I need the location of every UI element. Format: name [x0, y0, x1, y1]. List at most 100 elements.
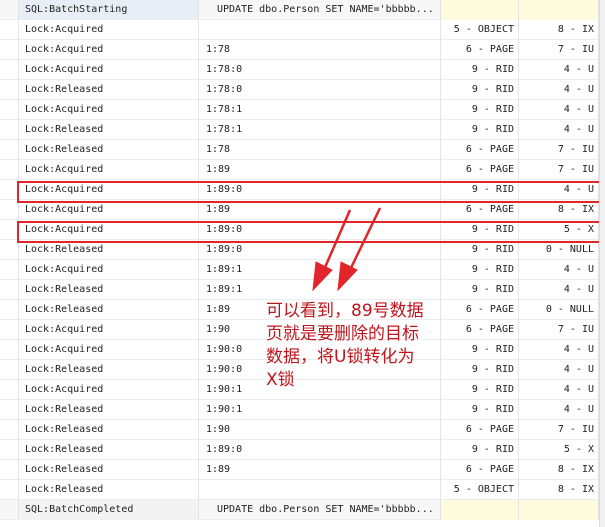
- row-gutter: [0, 480, 18, 500]
- resource-type-cell: 9 - RID: [441, 280, 519, 300]
- table-row[interactable]: Lock:Released 1:78 6 - PAGE 7 - IU: [0, 140, 605, 160]
- resource-type-cell: 9 - RID: [441, 120, 519, 140]
- resource-type-cell: 9 - RID: [441, 220, 519, 240]
- row-gutter: [0, 460, 18, 480]
- row-gutter: [0, 400, 18, 420]
- annotation-line: X锁: [266, 370, 295, 390]
- resource-type-cell: 6 - PAGE: [441, 160, 519, 180]
- annotation-line: 数据，将U锁转化为: [266, 347, 415, 367]
- resource-type-cell: 5 - OBJECT: [441, 480, 519, 500]
- table-row[interactable]: Lock:Acquired 1:89:1 9 - RID 4 - U: [0, 260, 605, 280]
- row-gutter: [0, 360, 18, 380]
- lock-mode-cell: 4 - U: [519, 180, 599, 200]
- event-class-cell: Lock:Released: [18, 80, 199, 100]
- resource-cell: 1:90: [199, 420, 441, 440]
- table-row[interactable]: Lock:Released 1:90:1 9 - RID 4 - U: [0, 400, 605, 420]
- lock-mode-cell: 4 - U: [519, 380, 599, 400]
- trace-results-grid[interactable]: SQL:BatchStarting UPDATE dbo.Person SET N…: [0, 0, 605, 527]
- row-gutter: [0, 220, 18, 240]
- event-class-cell: Lock:Acquired: [18, 20, 199, 40]
- resource-cell: 1:89:0: [199, 240, 441, 260]
- lock-mode-cell: 4 - U: [519, 280, 599, 300]
- table-row[interactable]: Lock:Released 5 - OBJECT 8 - IX: [0, 480, 605, 500]
- lock-mode-cell: 8 - IX: [519, 200, 599, 220]
- event-class-cell: Lock:Released: [18, 420, 199, 440]
- row-gutter: [0, 40, 18, 60]
- table-row[interactable]: SQL:BatchCompleted UPDATE dbo.Person SET …: [0, 500, 605, 520]
- row-gutter: [0, 240, 18, 260]
- table-row[interactable]: Lock:Acquired 1:89:0 9 - RID 4 - U: [0, 180, 605, 200]
- table-row[interactable]: Lock:Released 1:89:0 9 - RID 5 - X: [0, 440, 605, 460]
- resource-cell: 1:89:1: [199, 280, 441, 300]
- lock-mode-cell: 7 - IU: [519, 320, 599, 340]
- resource-cell: UPDATE dbo.Person SET NAME='bbbbb...: [199, 500, 441, 520]
- resource-cell: 1:78: [199, 40, 441, 60]
- lock-mode-cell: 0 - NULL: [519, 240, 599, 260]
- resource-type-cell: [441, 500, 519, 520]
- table-row[interactable]: Lock:Acquired 1:78:1 9 - RID 4 - U: [0, 100, 605, 120]
- resource-type-cell: 9 - RID: [441, 240, 519, 260]
- resource-type-cell: 6 - PAGE: [441, 460, 519, 480]
- row-gutter: [0, 300, 18, 320]
- table-row[interactable]: Lock:Acquired 1:89 6 - PAGE 7 - IU: [0, 160, 605, 180]
- table-row[interactable]: Lock:Released 1:90 6 - PAGE 7 - IU: [0, 420, 605, 440]
- event-class-cell: Lock:Acquired: [18, 260, 199, 280]
- lock-mode-cell: 4 - U: [519, 80, 599, 100]
- table-row[interactable]: Lock:Released 1:89 6 - PAGE 8 - IX: [0, 460, 605, 480]
- lock-mode-cell: 8 - IX: [519, 480, 599, 500]
- table-row[interactable]: SQL:BatchStarting UPDATE dbo.Person SET N…: [0, 0, 605, 20]
- resource-cell: UPDATE dbo.Person SET NAME='bbbbb...: [199, 0, 441, 20]
- table-row[interactable]: Lock:Released 1:78:0 9 - RID 4 - U: [0, 80, 605, 100]
- resource-cell: [199, 20, 441, 40]
- event-class-cell: Lock:Released: [18, 460, 199, 480]
- table-row[interactable]: Lock:Acquired 5 - OBJECT 8 - IX: [0, 20, 605, 40]
- row-gutter: [0, 20, 18, 40]
- lock-mode-cell: 8 - IX: [519, 20, 599, 40]
- event-class-cell: Lock:Released: [18, 120, 199, 140]
- table-row[interactable]: Lock:Acquired 1:78:0 9 - RID 4 - U: [0, 60, 605, 80]
- resource-cell: 1:78:0: [199, 60, 441, 80]
- annotation-line: 可以看到，89号数据: [266, 301, 424, 321]
- event-class-cell: Lock:Acquired: [18, 380, 199, 400]
- resource-type-cell: [441, 0, 519, 20]
- lock-mode-cell: 0 - NULL: [519, 300, 599, 320]
- table-row[interactable]: Lock:Acquired 1:89 6 - PAGE 8 - IX: [0, 200, 605, 220]
- event-class-cell: Lock:Released: [18, 280, 199, 300]
- resource-type-cell: 6 - PAGE: [441, 40, 519, 60]
- event-class-cell: SQL:BatchCompleted: [18, 500, 199, 520]
- resource-cell: 1:89:0: [199, 440, 441, 460]
- annotation-line: 页就是要删除的目标: [266, 324, 419, 344]
- resource-cell: 1:89:0: [199, 220, 441, 240]
- event-class-cell: Lock:Released: [18, 140, 199, 160]
- resource-type-cell: 9 - RID: [441, 100, 519, 120]
- vertical-scrollbar[interactable]: [599, 0, 605, 527]
- lock-mode-cell: 4 - U: [519, 400, 599, 420]
- table-row[interactable]: Lock:Acquired 1:78 6 - PAGE 7 - IU: [0, 40, 605, 60]
- row-gutter: [0, 0, 18, 20]
- event-class-cell: SQL:BatchStarting: [18, 0, 199, 20]
- row-gutter: [0, 280, 18, 300]
- event-class-cell: Lock:Acquired: [18, 60, 199, 80]
- resource-type-cell: 9 - RID: [441, 440, 519, 460]
- row-gutter: [0, 380, 18, 400]
- event-class-cell: Lock:Acquired: [18, 40, 199, 60]
- event-class-cell: Lock:Acquired: [18, 200, 199, 220]
- table-row[interactable]: Lock:Released 1:78:1 9 - RID 4 - U: [0, 120, 605, 140]
- resource-cell: 1:78:1: [199, 100, 441, 120]
- row-gutter: [0, 260, 18, 280]
- resource-cell: [199, 480, 441, 500]
- resource-type-cell: 9 - RID: [441, 60, 519, 80]
- event-class-cell: Lock:Released: [18, 400, 199, 420]
- lock-mode-cell: [519, 0, 599, 20]
- table-row[interactable]: Lock:Acquired 1:89:0 9 - RID 5 - X: [0, 220, 605, 240]
- resource-type-cell: 9 - RID: [441, 180, 519, 200]
- resource-cell: 1:78: [199, 140, 441, 160]
- resource-cell: 1:89: [199, 200, 441, 220]
- event-class-cell: Lock:Acquired: [18, 160, 199, 180]
- row-gutter: [0, 420, 18, 440]
- lock-mode-cell: 4 - U: [519, 120, 599, 140]
- lock-mode-cell: [519, 500, 599, 520]
- table-row[interactable]: Lock:Released 1:89:1 9 - RID 4 - U: [0, 280, 605, 300]
- row-gutter: [0, 60, 18, 80]
- table-row[interactable]: Lock:Released 1:89:0 9 - RID 0 - NULL: [0, 240, 605, 260]
